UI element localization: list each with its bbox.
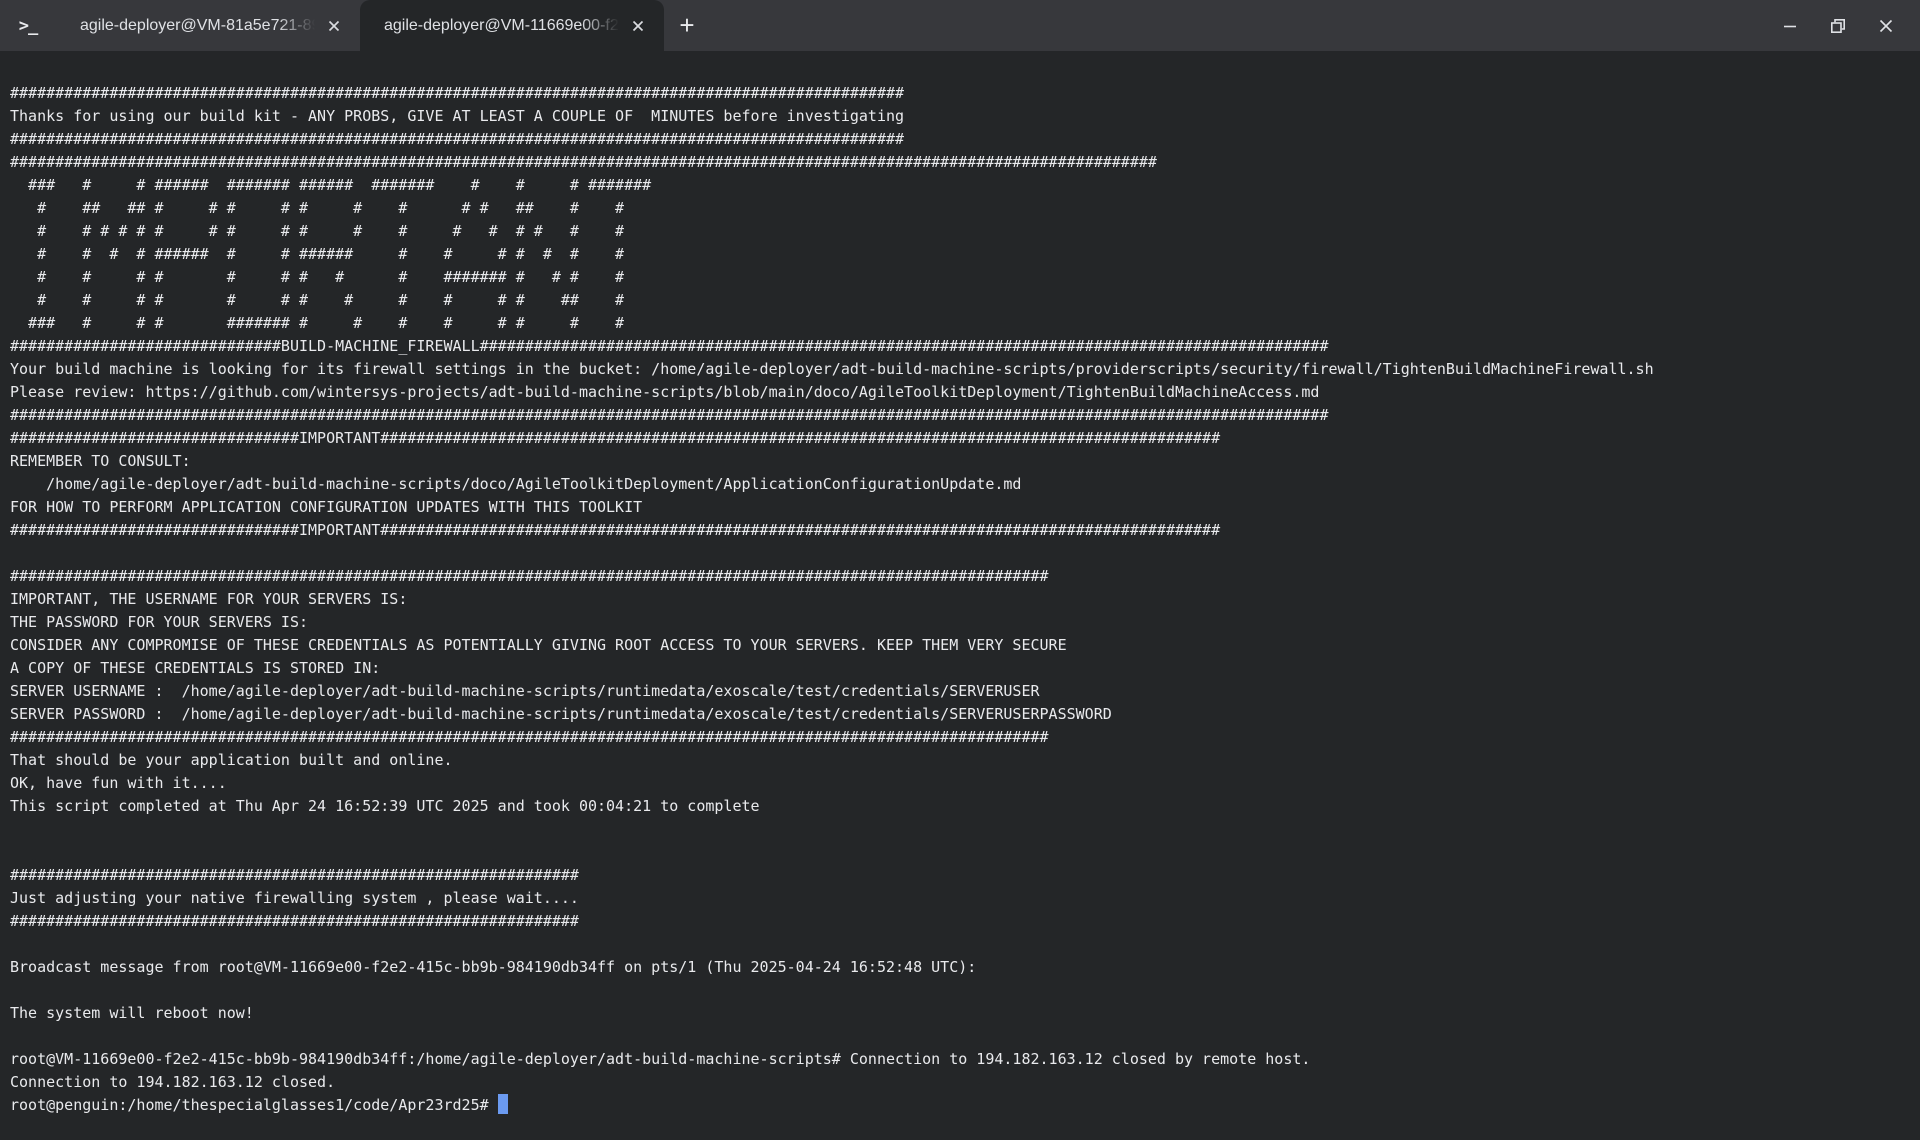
restore-button[interactable]: [1828, 16, 1848, 36]
terminal-line: ########################################…: [10, 128, 1920, 151]
terminal-tab-1[interactable]: agile-deployer@VM-81a5e721-8956: [56, 0, 360, 51]
close-icon: [328, 20, 340, 32]
terminal-line: [10, 542, 1920, 565]
terminal-line: ### # # ###### ####### ###### ####### # …: [10, 174, 1920, 197]
tab-title: agile-deployer@VM-81a5e721-8956: [80, 17, 320, 35]
terminal-line: Thanks for using our build kit - ANY PRO…: [10, 105, 1920, 128]
terminal-line: [10, 979, 1920, 1002]
close-icon: [632, 20, 644, 32]
terminal-line: CONSIDER ANY COMPROMISE OF THESE CREDENT…: [10, 634, 1920, 657]
close-icon: [1878, 18, 1894, 34]
terminal-tab-2[interactable]: agile-deployer@VM-11669e00-f2e2: [360, 0, 664, 51]
terminal-line: SERVER PASSWORD : /home/agile-deployer/a…: [10, 703, 1920, 726]
terminal-line: This script completed at Thu Apr 24 16:5…: [10, 795, 1920, 818]
terminal-line: OK, have fun with it....: [10, 772, 1920, 795]
terminal-line: root@penguin:/home/thespecialglasses1/co…: [10, 1094, 1920, 1117]
terminal-line: SERVER USERNAME : /home/agile-deployer/a…: [10, 680, 1920, 703]
terminal-line: FOR HOW TO PERFORM APPLICATION CONFIGURA…: [10, 496, 1920, 519]
terminal-line: ################################IMPORTAN…: [10, 427, 1920, 450]
restore-icon: [1830, 18, 1846, 34]
terminal-line: Please review: https://github.com/winter…: [10, 381, 1920, 404]
terminal-line: ########################################…: [10, 82, 1920, 105]
terminal-line: IMPORTANT, THE USERNAME FOR YOUR SERVERS…: [10, 588, 1920, 611]
terminal-line: Your build machine is looking for its fi…: [10, 358, 1920, 381]
terminal-line: [10, 818, 1920, 841]
terminal-line: [10, 933, 1920, 956]
terminal-cursor: [498, 1094, 508, 1114]
terminal-line: ### # # # ####### # # # # # # # #: [10, 312, 1920, 335]
terminal-line: # # # # # # # # # # # # ## #: [10, 289, 1920, 312]
terminal-line: # # # # ###### # # ###### # # # # # # #: [10, 243, 1920, 266]
terminal-line: [10, 841, 1920, 864]
terminal-line: THE PASSWORD FOR YOUR SERVERS IS:: [10, 611, 1920, 634]
terminal-line: /home/agile-deployer/adt-build-machine-s…: [10, 473, 1920, 496]
terminal-line: ########################################…: [10, 910, 1920, 933]
terminal-screen[interactable]: ########################################…: [0, 51, 1920, 1140]
tab-strip: agile-deployer@VM-81a5e721-8956 agile-dep…: [56, 0, 664, 51]
terminal-line: REMEMBER TO CONSULT:: [10, 450, 1920, 473]
terminal-line: That should be your application built an…: [10, 749, 1920, 772]
terminal-line: ########################################…: [10, 151, 1920, 174]
close-window-button[interactable]: [1876, 16, 1896, 36]
terminal-line: Broadcast message from root@VM-11669e00-…: [10, 956, 1920, 979]
terminal-line: ########################################…: [10, 404, 1920, 427]
terminal-line: [10, 1025, 1920, 1048]
terminal-line: The system will reboot now!: [10, 1002, 1920, 1025]
terminal-line: # ## ## # # # # # # # # # ## # #: [10, 197, 1920, 220]
terminal-line: ########################################…: [10, 726, 1920, 749]
tab-title: agile-deployer@VM-11669e00-f2e2: [384, 17, 624, 35]
terminal-line: Just adjusting your native firewalling s…: [10, 887, 1920, 910]
tab-close-button[interactable]: [320, 12, 348, 40]
terminal-line: root@VM-11669e00-f2e2-415c-bb9b-984190db…: [10, 1048, 1920, 1071]
terminal-line: ##############################BUILD-MACH…: [10, 335, 1920, 358]
minimize-icon: [1782, 18, 1798, 34]
terminal-line: # # # # # # # # # # # # # # # # # #: [10, 220, 1920, 243]
window-controls: [1780, 0, 1920, 51]
terminal-line: ################################IMPORTAN…: [10, 519, 1920, 542]
terminal-line: A COPY OF THESE CREDENTIALS IS STORED IN…: [10, 657, 1920, 680]
terminal-line: ########################################…: [10, 864, 1920, 887]
window-titlebar: >_ agile-deployer@VM-81a5e721-8956agile-…: [0, 0, 1920, 51]
terminal-line: Connection to 194.182.163.12 closed.: [10, 1071, 1920, 1094]
terminal-app-icon: >_: [0, 0, 56, 51]
minimize-button[interactable]: [1780, 16, 1800, 36]
tab-close-button[interactable]: [624, 12, 652, 40]
new-tab-button[interactable]: +: [664, 0, 710, 51]
terminal-line: # # # # # # # # # ####### # # # #: [10, 266, 1920, 289]
terminal-line: ########################################…: [10, 565, 1920, 588]
